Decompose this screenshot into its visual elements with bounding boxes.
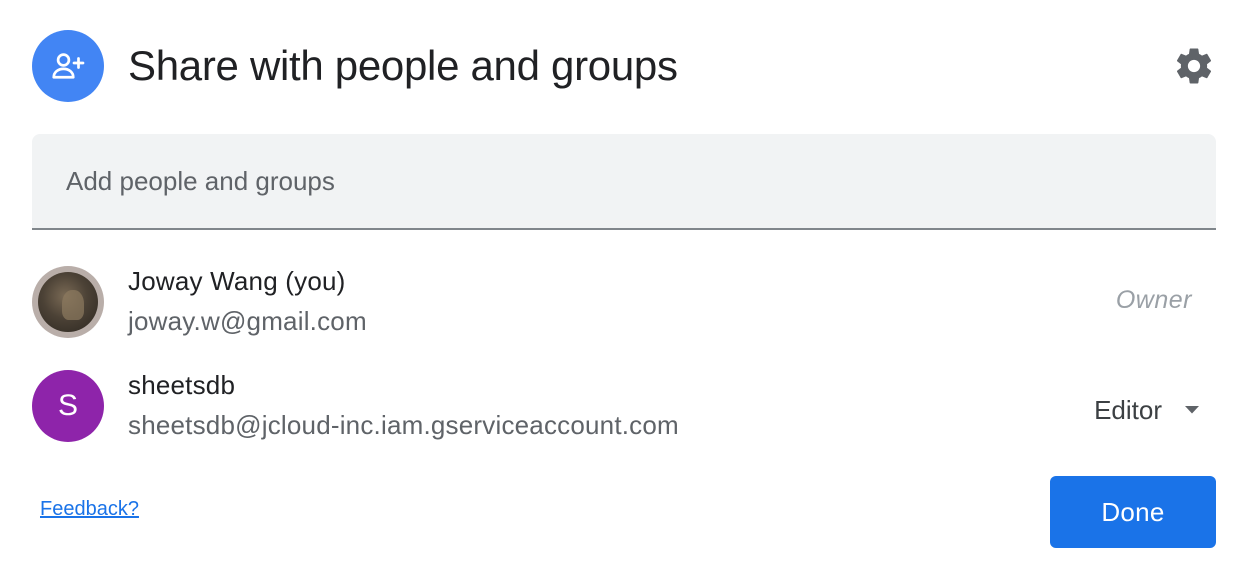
add-people-field <box>32 134 1216 230</box>
avatar: S <box>32 370 104 442</box>
done-button[interactable]: Done <box>1050 476 1216 548</box>
dialog-header: Share with people and groups <box>32 30 1216 102</box>
person-add-icon <box>32 30 104 102</box>
gear-icon <box>1176 48 1212 84</box>
avatar <box>32 266 104 338</box>
role-dropdown[interactable]: Editor <box>1094 388 1200 432</box>
person-email: sheetsdb@jcloud-inc.iam.gserviceaccount.… <box>128 410 679 440</box>
role-dropdown-label: Editor <box>1094 394 1162 425</box>
person-email: joway.w@gmail.com <box>128 306 367 336</box>
feedback-link[interactable]: Feedback? <box>40 498 139 521</box>
settings-button[interactable] <box>1172 44 1216 88</box>
person-name: Joway Wang (you) <box>128 266 346 296</box>
share-dialog: Share with people and groups Joway Wang … <box>0 0 1234 568</box>
avatar-letter: S <box>57 389 78 422</box>
add-people-input[interactable] <box>32 134 1216 228</box>
avatar-photo <box>38 272 98 332</box>
person-name: sheetsdb <box>128 370 236 400</box>
dropdown-arrow-icon <box>1185 406 1199 414</box>
dialog-title: Share with people and groups <box>128 42 678 89</box>
person-row-editor: S sheetsdb sheetsdb@jcloud-inc.iam.gserv… <box>32 368 1216 448</box>
role-label-owner: Owner <box>1115 286 1192 314</box>
person-row-owner: Joway Wang (you) joway.w@gmail.com Owner <box>32 264 1216 344</box>
